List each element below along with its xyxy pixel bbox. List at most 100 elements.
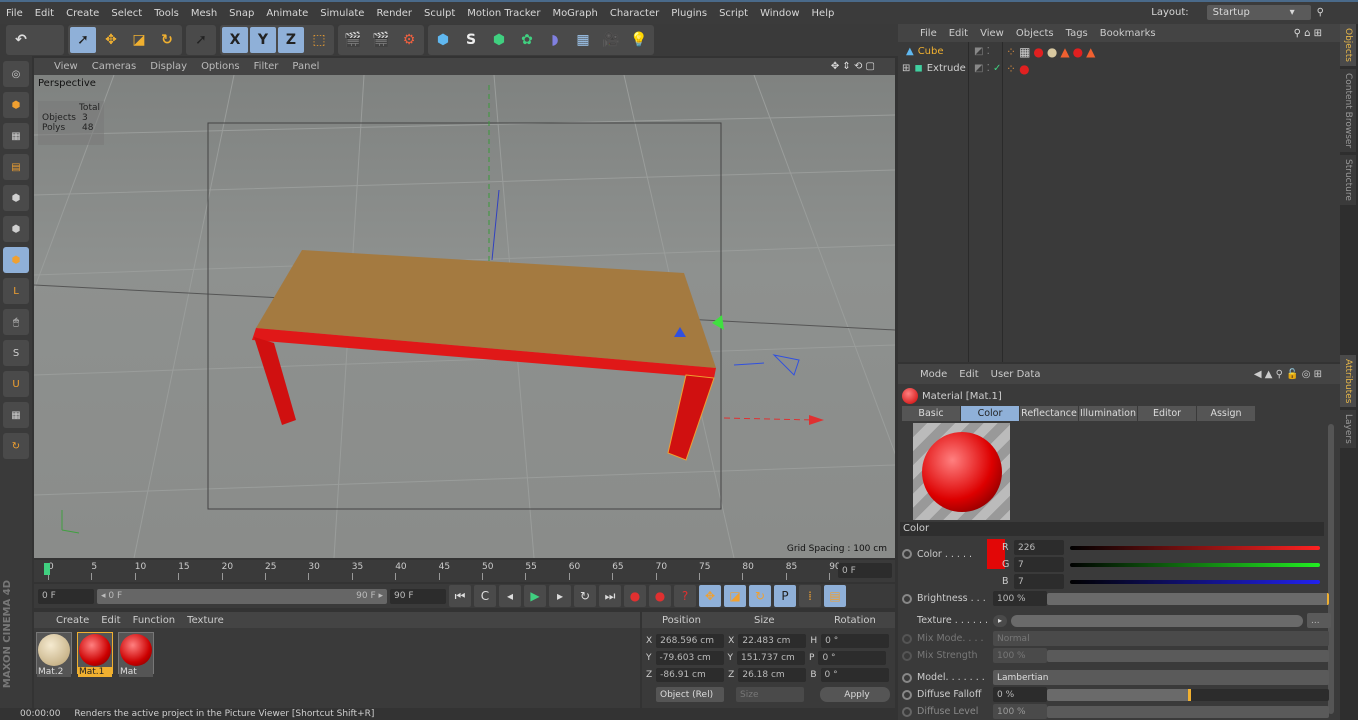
- coordinate-mode-dropdown[interactable]: Object (Rel): [656, 687, 724, 702]
- material-swatch-mat[interactable]: Mat: [118, 632, 154, 677]
- undo-icon[interactable]: ↶: [8, 27, 34, 53]
- record-icon[interactable]: ●: [624, 585, 646, 607]
- blue-slider[interactable]: [1070, 579, 1320, 584]
- next-key-icon[interactable]: ↻: [574, 585, 596, 607]
- model-dropdown[interactable]: Lambertian: [993, 670, 1329, 685]
- mat-menu-create[interactable]: Create: [56, 615, 89, 626]
- layout-dropdown[interactable]: Startup ▾: [1206, 5, 1311, 20]
- menu-create[interactable]: Create: [66, 8, 99, 19]
- texture-field[interactable]: [1011, 614, 1303, 627]
- om-search-home-icons[interactable]: ⚲ ⌂ ⊞: [1294, 28, 1322, 39]
- rotation-p-field[interactable]: 0 °: [818, 651, 887, 665]
- cube-visibility-toggles[interactable]: ◩ ⁚: [974, 46, 990, 57]
- scale-icon[interactable]: ◪: [126, 27, 152, 53]
- coordinate-system-icon[interactable]: ⬚: [306, 27, 332, 53]
- z-axis-lock-icon[interactable]: Z: [278, 27, 304, 53]
- render-settings-icon[interactable]: ⚙: [396, 27, 422, 53]
- brightness-field[interactable]: 100 %: [993, 591, 1047, 606]
- mat-menu-function[interactable]: Function: [133, 615, 176, 626]
- mat-menu-edit[interactable]: Edit: [101, 615, 120, 626]
- texture-browse-button[interactable]: ...: [1307, 613, 1331, 628]
- blue-field[interactable]: 7: [1014, 574, 1064, 589]
- menu-snap[interactable]: Snap: [229, 8, 254, 19]
- magnet-icon[interactable]: U: [3, 371, 29, 397]
- menu-help[interactable]: Help: [812, 8, 835, 19]
- side-tab-structure[interactable]: Structure: [1340, 155, 1356, 206]
- tab-assign[interactable]: Assign: [1197, 406, 1255, 421]
- light-icon[interactable]: 💡: [626, 27, 652, 53]
- viewport-menu-filter[interactable]: Filter: [254, 61, 279, 72]
- menu-tools[interactable]: Tools: [154, 8, 179, 19]
- size-mode-dropdown[interactable]: Size: [736, 687, 804, 702]
- side-tab-attributes[interactable]: Attributes: [1340, 355, 1356, 408]
- texture-arrow-icon[interactable]: ▸: [993, 614, 1007, 627]
- side-tab-objects[interactable]: Objects: [1340, 24, 1356, 67]
- play-icon[interactable]: ▶: [524, 585, 546, 607]
- tab-editor[interactable]: Editor: [1138, 406, 1196, 421]
- menu-render[interactable]: Render: [376, 8, 412, 19]
- size-z-field[interactable]: 26.18 cm: [738, 668, 807, 682]
- model-mode-icon[interactable]: ⬢: [3, 92, 29, 118]
- move-icon[interactable]: ✥: [98, 27, 124, 53]
- om-menu-bookmarks[interactable]: Bookmarks: [1100, 28, 1156, 39]
- menu-window[interactable]: Window: [760, 8, 799, 19]
- mix-strength-slider[interactable]: [1047, 649, 1329, 662]
- make-editable-icon[interactable]: ◎: [3, 61, 29, 87]
- viewport-menu-display[interactable]: Display: [150, 61, 187, 72]
- position-z-field[interactable]: -86.91 cm: [656, 668, 725, 682]
- animate-radio[interactable]: [902, 549, 912, 559]
- key-scale-icon[interactable]: ◪: [724, 585, 746, 607]
- green-field[interactable]: 7: [1014, 557, 1064, 572]
- camera-icon[interactable]: 🎥: [598, 27, 624, 53]
- material-swatch-mat1[interactable]: Mat.1: [77, 632, 113, 677]
- live-selection-icon[interactable]: ➚: [70, 27, 96, 53]
- playhead[interactable]: [44, 563, 50, 575]
- expand-icon[interactable]: ⊞: [902, 63, 910, 74]
- attr-menu-user-data[interactable]: User Data: [991, 369, 1041, 380]
- deformer-icon[interactable]: ◗: [542, 27, 568, 53]
- current-frame-field[interactable]: 0 F: [838, 563, 892, 578]
- timeline-window-icon[interactable]: ▤: [824, 585, 846, 607]
- points-mode-icon[interactable]: ⬢: [3, 185, 29, 211]
- start-frame-field[interactable]: 0 F: [38, 588, 94, 604]
- position-y-field[interactable]: -79.603 cm: [655, 651, 724, 665]
- animate-radio[interactable]: [902, 672, 912, 683]
- rotate-icon[interactable]: ↻: [154, 27, 180, 53]
- diffuse-level-slider[interactable]: [1047, 705, 1329, 718]
- workplane-lock-icon[interactable]: ▦: [3, 402, 29, 428]
- menu-animate[interactable]: Animate: [266, 8, 308, 19]
- viewport-menu-options[interactable]: Options: [201, 61, 240, 72]
- om-menu-objects[interactable]: Objects: [1016, 28, 1054, 39]
- om-menu-edit[interactable]: Edit: [949, 28, 968, 39]
- cube-tags[interactable]: ⁘ ▦ ● ● ▲ ● ▲: [1006, 45, 1095, 59]
- redo-icon[interactable]: [36, 27, 62, 53]
- tweak-mode-icon[interactable]: 🖱: [3, 309, 29, 335]
- attr-menu-mode[interactable]: Mode: [920, 369, 947, 380]
- object-row-extrude[interactable]: ⊞ ◼ Extrude: [902, 63, 966, 74]
- mix-mode-dropdown[interactable]: Normal: [993, 631, 1329, 646]
- diffuse-level-field[interactable]: 100 %: [993, 704, 1047, 719]
- menu-edit[interactable]: Edit: [35, 8, 54, 19]
- texture-mode-icon[interactable]: ▦: [3, 123, 29, 149]
- polygons-mode-icon[interactable]: ⬢: [3, 247, 29, 273]
- timeline-ruler[interactable]: 0 5 10 15 20 25 30 35 40 45 50 55 60 65 70 75 80 85 90 0 F: [34, 560, 895, 582]
- menu-select[interactable]: Select: [111, 8, 142, 19]
- planar-workplane-icon[interactable]: ↻: [3, 433, 29, 459]
- om-menu-tags[interactable]: Tags: [1066, 28, 1088, 39]
- side-tab-layers[interactable]: Layers: [1340, 410, 1356, 449]
- go-to-start-icon[interactable]: ⏮: [449, 585, 471, 607]
- y-axis-lock-icon[interactable]: Y: [250, 27, 276, 53]
- mix-strength-field[interactable]: 100 %: [993, 648, 1047, 663]
- go-to-end-icon[interactable]: ⏭: [599, 585, 621, 607]
- edges-mode-icon[interactable]: ⬢: [3, 216, 29, 242]
- menu-file[interactable]: File: [6, 8, 23, 19]
- apply-button[interactable]: Apply: [820, 687, 890, 702]
- attr-menu-edit[interactable]: Edit: [959, 369, 978, 380]
- diffuse-falloff-slider[interactable]: [1047, 688, 1329, 701]
- size-y-field[interactable]: 151.737 cm: [737, 651, 805, 665]
- om-menu-file[interactable]: File: [920, 28, 937, 39]
- red-field[interactable]: 226: [1014, 540, 1064, 555]
- key-point-level-icon[interactable]: ⁞: [799, 585, 821, 607]
- render-view-icon[interactable]: 🎬: [340, 27, 366, 53]
- attr-nav-icons[interactable]: ◀ ▲ ⚲ 🔓 ◎ ⊞: [1254, 369, 1322, 380]
